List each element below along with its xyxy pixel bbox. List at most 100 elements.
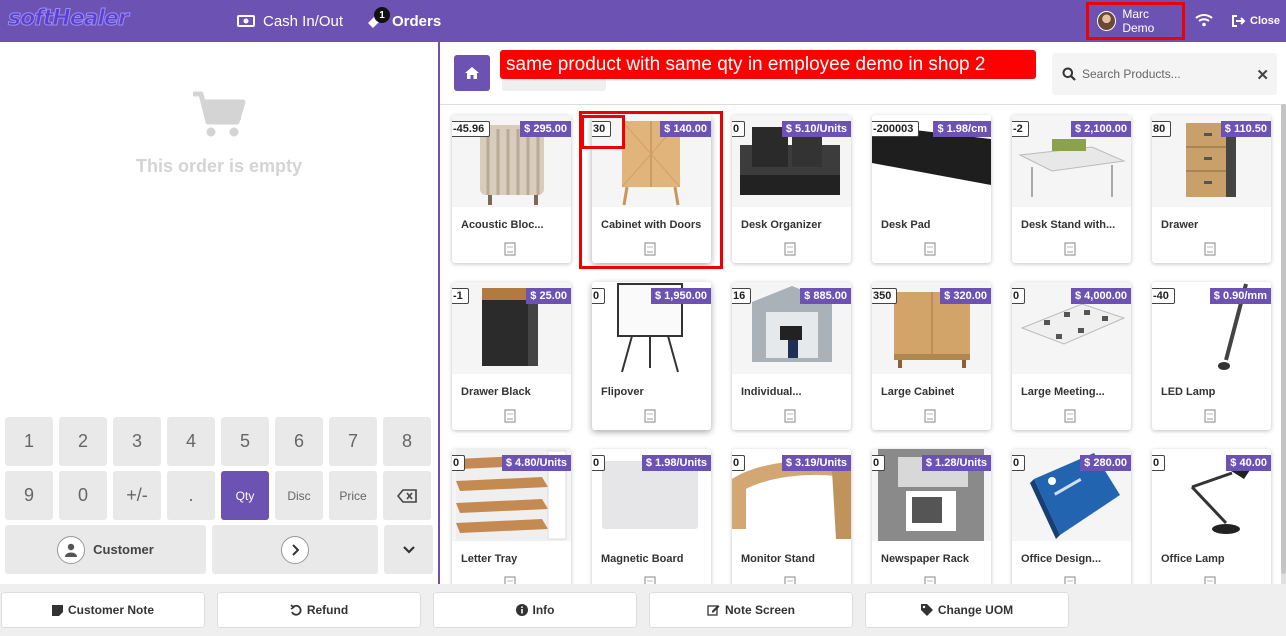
more-options-button[interactable] bbox=[384, 525, 433, 574]
product-card[interactable]: 0 $ 3.19/Units Monitor Stand bbox=[732, 449, 851, 597]
product-info-icon[interactable] bbox=[784, 242, 796, 256]
product-info-icon[interactable] bbox=[1204, 242, 1216, 256]
product-price: $ 320.00 bbox=[940, 288, 991, 304]
note-screen-button[interactable]: Note Screen bbox=[649, 592, 853, 628]
product-card[interactable]: -2 $ 2,100.00 Desk Stand with... bbox=[1012, 115, 1131, 263]
numpad-backspace[interactable] bbox=[383, 471, 431, 520]
numpad-key-sign[interactable]: +/- bbox=[113, 471, 161, 520]
product-card[interactable]: 0 $ 40.00 Office Lamp bbox=[1152, 449, 1271, 597]
product-info-icon[interactable] bbox=[784, 409, 796, 423]
product-card[interactable]: 350 $ 320.00 Large Cabinet bbox=[872, 282, 991, 430]
numpad-key-5[interactable]: 5 bbox=[221, 417, 269, 466]
product-card[interactable]: 0 $ 1.28/Units Newspaper Rack bbox=[872, 449, 991, 597]
product-card[interactable]: 0 $ 4.80/Units Letter Tray bbox=[452, 449, 571, 597]
empty-order-message: This order is empty bbox=[135, 156, 303, 176]
product-price: $ 5.10/Units bbox=[781, 121, 851, 137]
product-price: $ 4,000.00 bbox=[1071, 288, 1131, 304]
refund-button[interactable]: Refund bbox=[217, 592, 421, 628]
product-info-icon[interactable] bbox=[924, 242, 936, 256]
header-separator bbox=[440, 104, 1286, 105]
product-qty: 0 bbox=[732, 455, 746, 471]
customer-note-button[interactable]: Customer Note bbox=[1, 592, 205, 628]
product-card[interactable]: -45.96 $ 295.00 Acoustic Bloc... bbox=[452, 115, 571, 263]
change-uom-button[interactable]: Change UOM bbox=[865, 592, 1069, 628]
product-name: Letter Tray bbox=[461, 553, 518, 565]
product-qty: -200003 bbox=[872, 121, 920, 137]
product-name: Desk Organizer bbox=[741, 219, 822, 231]
user-name: Marc Demo bbox=[1122, 7, 1155, 35]
product-card[interactable]: 80 $ 110.50 Drawer bbox=[1152, 115, 1271, 263]
sticky-note-icon bbox=[51, 604, 63, 616]
refund-label: Refund bbox=[306, 603, 349, 617]
product-name: Office Lamp bbox=[1161, 553, 1225, 565]
product-price: $ 2,100.00 bbox=[1071, 121, 1131, 137]
clear-search-icon[interactable]: ✕ bbox=[1256, 66, 1269, 84]
product-name: Drawer bbox=[1161, 219, 1199, 231]
product-qty: -40 bbox=[1152, 288, 1175, 304]
numpad-mode-qty[interactable]: Qty bbox=[221, 471, 269, 520]
product-price: $ 25.00 bbox=[526, 288, 571, 304]
search-placeholder: Search Products... bbox=[1082, 67, 1181, 81]
employee-button[interactable]: Marc Demo bbox=[1086, 2, 1185, 40]
product-qty: 0 bbox=[732, 121, 746, 137]
product-card[interactable]: 0 $ 5.10/Units Desk Organizer bbox=[732, 115, 851, 263]
product-card[interactable]: 0 $ 1,950.00 Flipover bbox=[592, 282, 711, 430]
product-price: $ 885.00 bbox=[800, 288, 851, 304]
product-card[interactable]: 0 $ 4,000.00 Large Meeting... bbox=[1012, 282, 1131, 430]
product-name: Large Cabinet bbox=[881, 386, 955, 398]
product-info-icon[interactable] bbox=[504, 242, 516, 256]
orders-button[interactable]: 1 Orders bbox=[366, 0, 441, 42]
numpad-mode-price[interactable]: Price bbox=[329, 471, 377, 520]
numpad-key-2[interactable]: 2 bbox=[59, 417, 107, 466]
close-button[interactable]: Close bbox=[1231, 0, 1280, 42]
product-card[interactable]: -40 $ 0.90/mm LED Lamp bbox=[1152, 282, 1271, 430]
product-qty: 350 bbox=[872, 288, 898, 304]
numpad-key-1[interactable]: 1 bbox=[5, 417, 53, 466]
cash-in-out-button[interactable]: Cash In/Out bbox=[237, 0, 343, 42]
product-info-icon[interactable] bbox=[1064, 242, 1076, 256]
product-scrollbar[interactable] bbox=[1281, 104, 1286, 584]
numpad-mode-disc[interactable]: Disc bbox=[275, 471, 323, 520]
numpad-key-4[interactable]: 4 bbox=[167, 417, 215, 466]
tag-icon bbox=[920, 604, 933, 616]
product-price: $ 295.00 bbox=[520, 121, 571, 137]
home-category-button[interactable] bbox=[454, 55, 490, 91]
product-info-icon[interactable] bbox=[644, 409, 656, 423]
product-qty: -2 bbox=[1012, 121, 1029, 137]
numpad-key-3[interactable]: 3 bbox=[113, 417, 161, 466]
product-info-icon[interactable] bbox=[924, 409, 936, 423]
numpad-key-0[interactable]: 0 bbox=[59, 471, 107, 520]
numpad-key-9[interactable]: 9 bbox=[5, 471, 53, 520]
product-name: LED Lamp bbox=[1161, 386, 1216, 398]
product-name: Monitor Stand bbox=[741, 553, 815, 565]
product-price: $ 1.98/cm bbox=[933, 121, 991, 137]
product-name: Flipover bbox=[601, 386, 644, 398]
product-card[interactable]: 16 $ 885.00 Individual... bbox=[732, 282, 851, 430]
numpad-key-decimal[interactable]: . bbox=[167, 471, 215, 520]
product-price: $ 40.00 bbox=[1226, 455, 1271, 471]
product-info-icon[interactable] bbox=[1064, 409, 1076, 423]
info-button[interactable]: Info bbox=[433, 592, 637, 628]
numpad-key-8[interactable]: 8 bbox=[383, 417, 431, 466]
product-info-icon[interactable] bbox=[1204, 409, 1216, 423]
product-qty: -45.96 bbox=[452, 121, 491, 137]
product-qty: 80 bbox=[1152, 121, 1172, 137]
customer-label: Customer bbox=[93, 542, 154, 557]
chevron-down-icon bbox=[402, 545, 415, 554]
product-card[interactable]: -1 $ 25.00 Drawer Black bbox=[452, 282, 571, 430]
product-card[interactable]: -200003 $ 1.98/cm Desk Pad bbox=[872, 115, 991, 263]
product-name: Desk Stand with... bbox=[1021, 219, 1116, 231]
customer-button[interactable]: Customer bbox=[5, 525, 206, 574]
change-uom-label: Change UOM bbox=[937, 603, 1014, 617]
numpad-key-7[interactable]: 7 bbox=[329, 417, 377, 466]
search-input[interactable]: Search Products... ✕ bbox=[1052, 53, 1277, 95]
product-info-icon[interactable] bbox=[504, 409, 516, 423]
product-card[interactable]: 0 $ 280.00 Office Design... bbox=[1012, 449, 1131, 597]
payment-button[interactable] bbox=[212, 525, 378, 574]
brand-logo: softHealer bbox=[8, 6, 130, 32]
info-label: Info bbox=[532, 603, 555, 617]
money-icon bbox=[237, 15, 255, 27]
product-card[interactable]: 0 $ 1.98/Units Magnetic Board bbox=[592, 449, 711, 597]
info-circle-icon bbox=[515, 604, 528, 616]
numpad-key-6[interactable]: 6 bbox=[275, 417, 323, 466]
